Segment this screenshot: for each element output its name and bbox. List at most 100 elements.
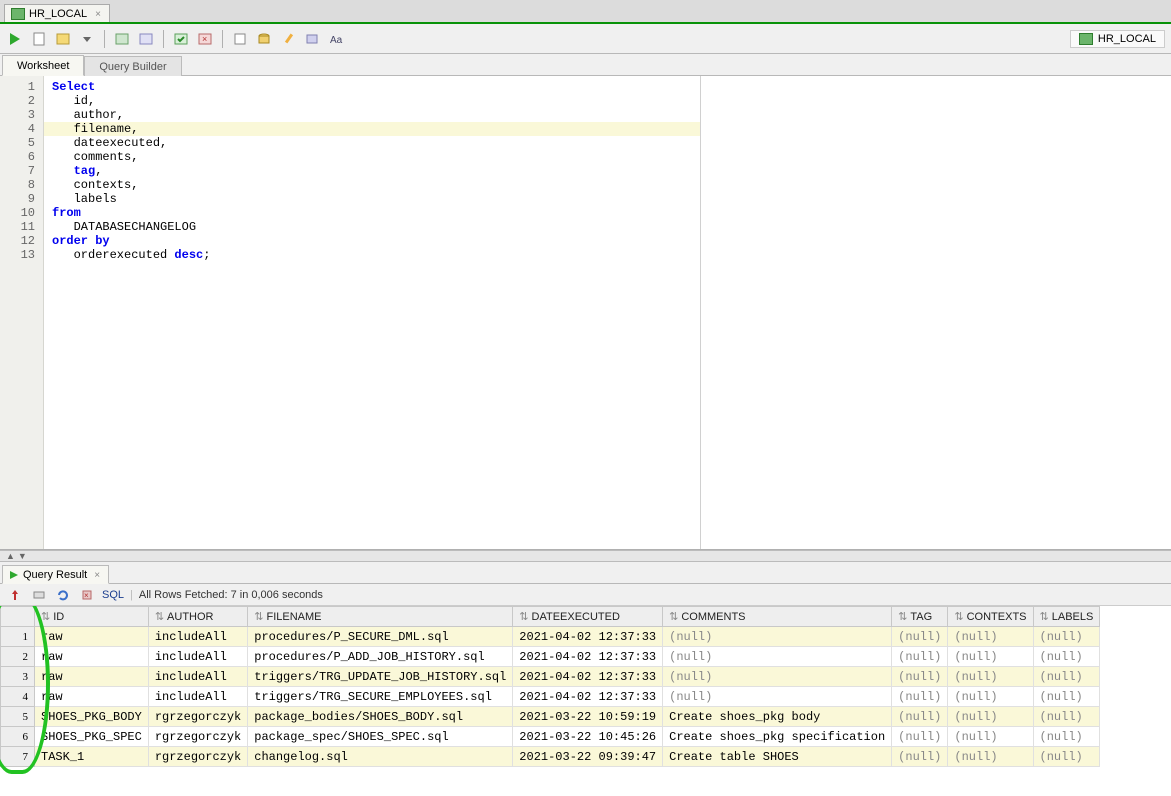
cell[interactable]: procedures/P_ADD_JOB_HISTORY.sql (248, 647, 513, 667)
cell[interactable]: (null) (948, 747, 1033, 767)
cell[interactable]: (null) (1033, 627, 1100, 647)
column-header[interactable]: ⇅AUTHOR (148, 607, 247, 627)
cell[interactable]: (null) (892, 727, 948, 747)
cell[interactable]: (null) (892, 627, 948, 647)
cell[interactable]: (null) (1033, 687, 1100, 707)
result-grid[interactable]: ⇅ID⇅AUTHOR⇅FILENAME⇅DATEEXECUTED⇅COMMENT… (0, 606, 1100, 767)
table-row[interactable]: 7TASK_1rgrzegorczykchangelog.sql2021-03-… (1, 747, 1100, 767)
cell[interactable]: Create table SHOES (663, 747, 892, 767)
table-row[interactable]: 1rawincludeAllprocedures/P_SECURE_DML.sq… (1, 627, 1100, 647)
pin-icon[interactable] (6, 586, 24, 604)
cell[interactable]: 2021-04-02 12:37:33 (513, 687, 663, 707)
cell[interactable]: (null) (1033, 667, 1100, 687)
cell[interactable]: procedures/P_SECURE_DML.sql (248, 627, 513, 647)
connection-tab[interactable]: HR_LOCAL × (4, 4, 110, 22)
cell[interactable]: rgrzegorczyk (148, 747, 247, 767)
cell[interactable]: package_spec/SHOES_SPEC.sql (248, 727, 513, 747)
cell[interactable]: SHOES_PKG_BODY (35, 707, 149, 727)
print-icon[interactable] (30, 586, 48, 604)
cell[interactable]: (null) (1033, 747, 1100, 767)
cell[interactable]: (null) (948, 727, 1033, 747)
sql-icon[interactable] (255, 30, 273, 48)
code-area[interactable]: Select id, author, filename, dateexecute… (44, 76, 701, 549)
cell[interactable]: (null) (663, 647, 892, 667)
close-icon[interactable]: × (94, 570, 100, 581)
column-header[interactable]: ⇅TAG (892, 607, 948, 627)
page-icon[interactable] (30, 30, 48, 48)
refresh-icon[interactable] (54, 586, 72, 604)
clear-icon[interactable] (303, 30, 321, 48)
cell[interactable]: (null) (948, 627, 1033, 647)
cell[interactable]: 2021-03-22 09:39:47 (513, 747, 663, 767)
column-header[interactable]: ⇅CONTEXTS (948, 607, 1033, 627)
cell[interactable]: 2021-03-22 10:59:19 (513, 707, 663, 727)
cell[interactable]: (null) (892, 707, 948, 727)
cell[interactable]: 2021-04-02 12:37:33 (513, 627, 663, 647)
cell[interactable]: raw (35, 647, 149, 667)
cell[interactable]: includeAll (148, 667, 247, 687)
connection-selector[interactable]: HR_LOCAL (1070, 30, 1165, 48)
column-header[interactable]: ⇅COMMENTS (663, 607, 892, 627)
cell[interactable]: includeAll (148, 687, 247, 707)
delete-icon[interactable]: × (78, 586, 96, 604)
cell[interactable]: 2021-04-02 12:37:33 (513, 667, 663, 687)
table-row[interactable]: 2rawincludeAllprocedures/P_ADD_JOB_HISTO… (1, 647, 1100, 667)
cell[interactable]: SHOES_PKG_SPEC (35, 727, 149, 747)
cell[interactable]: raw (35, 627, 149, 647)
explain-icon[interactable] (113, 30, 131, 48)
cell[interactable]: (null) (1033, 647, 1100, 667)
cell[interactable]: (null) (663, 627, 892, 647)
cell[interactable]: (null) (892, 687, 948, 707)
cell[interactable]: (null) (948, 687, 1033, 707)
cell[interactable]: (null) (948, 707, 1033, 727)
cell[interactable]: TASK_1 (35, 747, 149, 767)
column-header[interactable]: ⇅DATEEXECUTED (513, 607, 663, 627)
close-icon[interactable]: × (95, 9, 101, 20)
cell[interactable]: raw (35, 687, 149, 707)
cell[interactable]: (null) (1033, 727, 1100, 747)
cell[interactable]: includeAll (148, 627, 247, 647)
sql-link[interactable]: SQL (102, 589, 124, 601)
autotrace-icon[interactable] (137, 30, 155, 48)
table-row[interactable]: 6SHOES_PKG_SPECrgrzegorczykpackage_spec/… (1, 727, 1100, 747)
sql-editor[interactable]: 12345678910111213 Select id, author, fil… (0, 76, 1171, 550)
cell[interactable]: (null) (1033, 707, 1100, 727)
cell[interactable]: Create shoes_pkg specification (663, 727, 892, 747)
table-row[interactable]: 4rawincludeAlltriggers/TRG_SECURE_EMPLOY… (1, 687, 1100, 707)
dropdown-icon[interactable] (78, 30, 96, 48)
table-row[interactable]: 3rawincludeAlltriggers/TRG_UPDATE_JOB_HI… (1, 667, 1100, 687)
cell[interactable]: 2021-04-02 12:37:33 (513, 647, 663, 667)
splitter-handle[interactable]: ▲▼ (0, 550, 1171, 562)
commit-icon[interactable] (172, 30, 190, 48)
rollback-icon[interactable]: × (196, 30, 214, 48)
cell[interactable]: triggers/TRG_UPDATE_JOB_HISTORY.sql (248, 667, 513, 687)
tab-worksheet[interactable]: Worksheet (2, 55, 84, 76)
cell[interactable]: raw (35, 667, 149, 687)
column-header[interactable]: ⇅FILENAME (248, 607, 513, 627)
tab-query-builder[interactable]: Query Builder (84, 56, 181, 76)
cell[interactable]: includeAll (148, 647, 247, 667)
cell[interactable]: (null) (948, 667, 1033, 687)
run-icon[interactable] (6, 30, 24, 48)
column-header[interactable]: ⇅LABELS (1033, 607, 1100, 627)
edit-icon[interactable] (279, 30, 297, 48)
cell[interactable]: triggers/TRG_SECURE_EMPLOYEES.sql (248, 687, 513, 707)
cell[interactable]: (null) (892, 647, 948, 667)
cell[interactable]: (null) (892, 667, 948, 687)
column-header[interactable]: ⇅ID (35, 607, 149, 627)
cell[interactable]: (null) (663, 687, 892, 707)
cell[interactable]: (null) (948, 647, 1033, 667)
format-icon[interactable]: Aa (327, 30, 345, 48)
cell[interactable]: rgrzegorczyk (148, 707, 247, 727)
query-result-tab[interactable]: Query Result × (2, 565, 109, 584)
cell[interactable]: package_bodies/SHOES_BODY.sql (248, 707, 513, 727)
cell[interactable]: changelog.sql (248, 747, 513, 767)
cell[interactable]: 2021-03-22 10:45:26 (513, 727, 663, 747)
cell[interactable]: rgrzegorczyk (148, 727, 247, 747)
cell[interactable]: (null) (663, 667, 892, 687)
script-icon[interactable] (54, 30, 72, 48)
unshared-icon[interactable] (231, 30, 249, 48)
cell[interactable]: Create shoes_pkg body (663, 707, 892, 727)
cell[interactable]: (null) (892, 747, 948, 767)
table-row[interactable]: 5SHOES_PKG_BODYrgrzegorczykpackage_bodie… (1, 707, 1100, 727)
